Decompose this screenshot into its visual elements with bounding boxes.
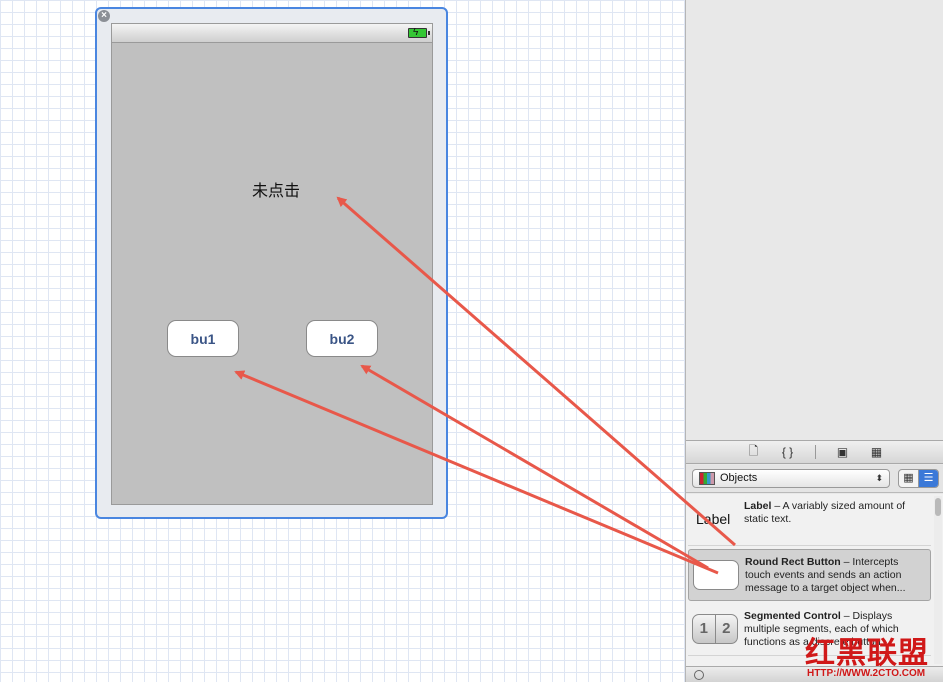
battery-icon: ϟ xyxy=(408,27,430,38)
library-filter-row: Objects ⬍ ▦ ☰ xyxy=(686,465,943,493)
main-view[interactable]: 未点击 bu1 bu2 xyxy=(111,43,433,505)
close-icon[interactable]: × xyxy=(98,10,110,22)
objects-dropdown-value: Objects xyxy=(720,472,758,484)
list-item-name: Round Rect Button xyxy=(745,556,841,568)
grid-icon[interactable]: ▦ xyxy=(870,445,884,459)
list-item-text: Round Rect Button – Intercepts touch eve… xyxy=(745,556,925,595)
segment-1: 1 xyxy=(699,620,708,637)
scroll-thumb[interactable] xyxy=(935,498,941,516)
status-bar: ϟ xyxy=(111,23,433,43)
grid-view-icon[interactable]: ▦ xyxy=(899,470,918,487)
watermark-url: HTTP://WWW.2CTO.COM xyxy=(807,668,926,679)
updown-arrows-icon: ⬍ xyxy=(875,473,883,483)
label-thumbnail: Label xyxy=(696,511,731,527)
view-mode-toggle[interactable]: ▦ ☰ xyxy=(898,469,939,488)
bu2-button[interactable]: bu2 xyxy=(306,320,378,357)
view-controller-frame[interactable]: × ϟ 未点击 bu1 bu2 xyxy=(95,7,448,519)
status-label[interactable]: 未点击 xyxy=(252,177,300,201)
objects-dropdown[interactable]: Objects ⬍ xyxy=(692,469,890,488)
books-icon xyxy=(699,472,715,485)
bu1-button[interactable]: bu1 xyxy=(167,320,239,357)
file-icon[interactable]: 🗋 xyxy=(747,442,761,463)
segment-2: 2 xyxy=(714,615,738,643)
library-tabs: 🗋 { } ▣ ▦ xyxy=(686,440,943,464)
cube-icon[interactable]: ▣ xyxy=(836,445,850,459)
list-view-icon[interactable]: ☰ xyxy=(918,470,938,487)
utility-panel: 🗋 { } ▣ ▦ Objects ⬍ ▦ ☰ Label Label – A … xyxy=(685,0,943,682)
segmented-thumbnail: 1 2 xyxy=(692,614,738,644)
list-item-name: Label xyxy=(744,500,772,512)
list-item-name: Segmented Control xyxy=(744,610,841,622)
tab-separator xyxy=(814,445,816,459)
list-item-label[interactable]: Label Label – A variably sized amount of… xyxy=(688,494,931,546)
list-item-round-rect-button[interactable]: Round Rect Button – Intercepts touch eve… xyxy=(688,549,931,601)
list-item-text: Label – A variably sized amount of stati… xyxy=(744,500,924,526)
code-braces-icon[interactable]: { } xyxy=(781,445,795,459)
round-rect-thumbnail xyxy=(693,560,739,590)
watermark-brand: 红黑联盟 xyxy=(805,636,929,671)
search-icon[interactable] xyxy=(694,670,704,680)
watermark: 红黑联盟 HTTP://WWW.2CTO.COM xyxy=(797,628,943,682)
